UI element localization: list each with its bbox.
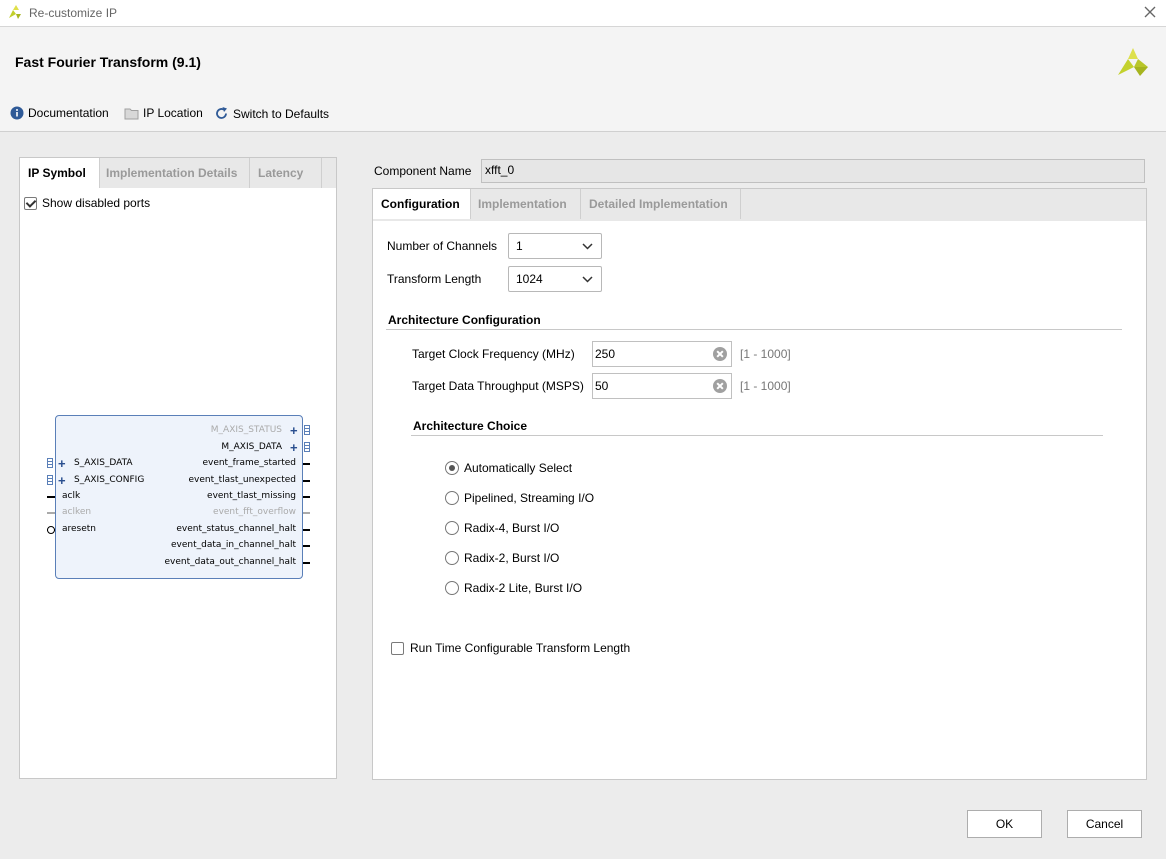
expand-plus-icon[interactable]: + [290, 424, 298, 437]
cancel-button[interactable]: Cancel [1067, 810, 1142, 838]
component-name-input[interactable]: xfft_0 [481, 159, 1145, 183]
show-disabled-ports[interactable]: Show disabled ports [24, 196, 150, 210]
port-s-axis-config: S_AXIS_CONFIG [74, 475, 145, 485]
component-name-label: Component Name [374, 164, 472, 178]
runtime-configurable-checkbox[interactable] [391, 641, 404, 655]
port-event-data-in-channel-halt: event_data_in_channel_halt [171, 540, 296, 550]
inverted-pin-icon [47, 526, 55, 534]
channels-label: Number of Channels [387, 239, 498, 253]
pin [47, 496, 55, 498]
port-event-tlast-missing: event_tlast_missing [207, 491, 296, 501]
show-disabled-checkbox[interactable] [24, 196, 37, 210]
xilinx-logo-icon [9, 5, 21, 19]
divider [411, 435, 1103, 436]
pin [303, 545, 310, 547]
ip-symbol-block: M_AXIS_STATUS M_AXIS_DATA event_frame_st… [55, 415, 303, 579]
architecture-configuration-heading: Architecture Configuration [388, 313, 541, 327]
channels-select[interactable]: 1 [508, 233, 602, 259]
info-icon [10, 106, 24, 120]
port-event-fft-overflow: event_fft_overflow [213, 507, 296, 517]
xilinx-logo-icon [1118, 48, 1148, 76]
expand-plus-icon[interactable]: + [290, 441, 298, 454]
pin [303, 512, 310, 514]
tab-configuration[interactable]: Configuration [373, 189, 471, 219]
pin [303, 480, 310, 482]
clear-icon[interactable] [713, 347, 727, 361]
port-event-tlast-unexpected: event_tlast_unexpected [188, 475, 297, 485]
port-aresetn: aresetn [62, 524, 97, 534]
bus-icon [304, 425, 310, 435]
tab-latency[interactable]: Latency [250, 158, 322, 188]
port-event-status-channel-halt: event_status_channel_halt [176, 524, 296, 534]
radio-button[interactable] [445, 521, 459, 535]
refresh-icon [216, 107, 227, 119]
port-event-data-out-channel-halt: event_data_out_channel_halt [164, 557, 296, 567]
expand-plus-icon[interactable]: + [58, 457, 66, 470]
bus-icon [47, 458, 53, 468]
radio-button[interactable] [445, 461, 459, 475]
tab-implementation-details[interactable]: Implementation Details [100, 158, 250, 188]
radio-button[interactable] [445, 551, 459, 565]
throughput-range: [1 - 1000] [740, 379, 791, 393]
pin [303, 496, 310, 498]
ok-button[interactable]: OK [967, 810, 1042, 838]
ip-title: Fast Fourier Transform (9.1) [15, 54, 201, 70]
port-s-axis-data: S_AXIS_DATA [74, 458, 133, 468]
documentation-button[interactable]: Documentation [10, 106, 109, 120]
port-aclken: aclken [62, 507, 92, 517]
port-aclk: aclk [62, 491, 81, 501]
transform-length-select[interactable]: 1024 [508, 266, 602, 292]
architecture-choice-heading: Architecture Choice [413, 419, 528, 433]
chevron-down-icon [582, 243, 593, 250]
title-bar: Re-customize IP [0, 0, 1166, 27]
switch-to-defaults-button[interactable]: Switch to Defaults [214, 106, 329, 121]
tab-implementation[interactable]: Implementation [471, 189, 581, 219]
throughput-label: Target Data Throughput (MSPS) [412, 379, 584, 393]
ip-location-button[interactable]: IP Location [124, 106, 203, 120]
right-panel [372, 188, 1147, 780]
clock-range: [1 - 1000] [740, 347, 791, 361]
runtime-configurable-option[interactable]: Run Time Configurable Transform Length [391, 641, 630, 655]
port-m-axis-status: M_AXIS_STATUS [210, 425, 282, 435]
radio-button[interactable] [445, 581, 459, 595]
right-tabs: Configuration Implementation Detailed Im… [373, 189, 1146, 221]
clear-icon[interactable] [713, 379, 727, 393]
chevron-down-icon [582, 276, 593, 283]
expand-plus-icon[interactable]: + [58, 474, 66, 487]
bus-icon [47, 475, 53, 485]
clock-frequency-input[interactable]: 250 [592, 341, 732, 367]
left-tabs: IP Symbol Implementation Details Latency [20, 158, 336, 188]
pin [47, 512, 55, 514]
close-icon[interactable] [1143, 5, 1157, 19]
transform-length-label: Transform Length [387, 272, 482, 286]
pin [303, 463, 310, 465]
throughput-input[interactable]: 50 [592, 373, 732, 399]
pin [303, 529, 310, 531]
window-title: Re-customize IP [29, 6, 118, 20]
pin [303, 562, 310, 564]
tab-detailed-implementation[interactable]: Detailed Implementation [581, 189, 741, 219]
bus-icon [304, 442, 310, 452]
folder-icon [124, 108, 139, 119]
port-m-axis-data: M_AXIS_DATA [221, 442, 282, 452]
clock-frequency-label: Target Clock Frequency (MHz) [412, 347, 575, 361]
port-event-frame-started: event_frame_started [202, 458, 296, 468]
radio-button[interactable] [445, 491, 459, 505]
tab-ip-symbol[interactable]: IP Symbol [20, 158, 100, 188]
divider [386, 329, 1122, 330]
